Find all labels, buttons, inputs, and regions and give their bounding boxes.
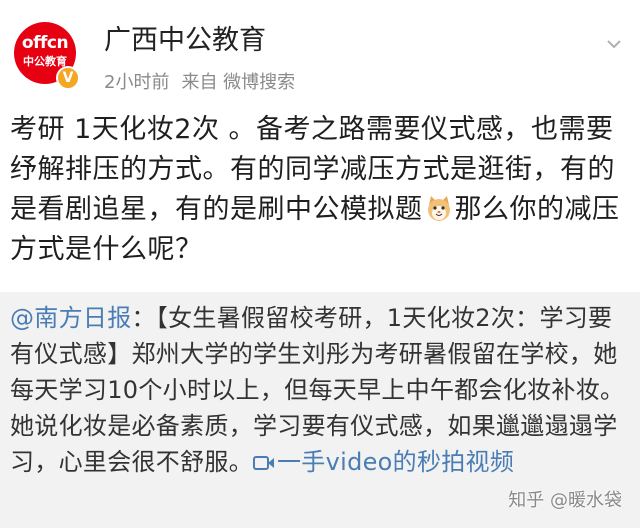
username[interactable]: 广西中公教育 — [104, 24, 266, 58]
post-meta: 2小时前 来自 微博搜索 — [104, 71, 307, 95]
verified-icon: V — [56, 66, 80, 90]
chevron-down-icon[interactable] — [606, 36, 622, 52]
post-header: offcn 中公教育 V 广西中公教育 2小时前 来自 微博搜索 — [0, 0, 640, 106]
avatar-brand: offcn — [21, 33, 69, 53]
video-link-label: 一手video的秒拍视频 — [277, 448, 515, 476]
watermark: 知乎 @暖水袋 — [508, 490, 622, 511]
post-time: 2小时前 — [104, 72, 170, 93]
post-body: 考研 1天化妆2次 。备考之路需要仪式感，也需要纾解排压的方式。有的同学减压方式… — [10, 110, 632, 270]
repost-body: @南方日报：【女生暑假留校考研，1天化妆2次：学习要有仪式感】郑州大学的学生刘彤… — [10, 300, 632, 480]
video-icon — [253, 456, 274, 470]
cat-face-icon — [427, 196, 450, 221]
post-source: 来自 微博搜索 — [181, 72, 296, 93]
repost-mention[interactable]: @南方日报 — [10, 304, 132, 332]
video-link[interactable]: 一手video的秒拍视频 — [253, 448, 514, 476]
